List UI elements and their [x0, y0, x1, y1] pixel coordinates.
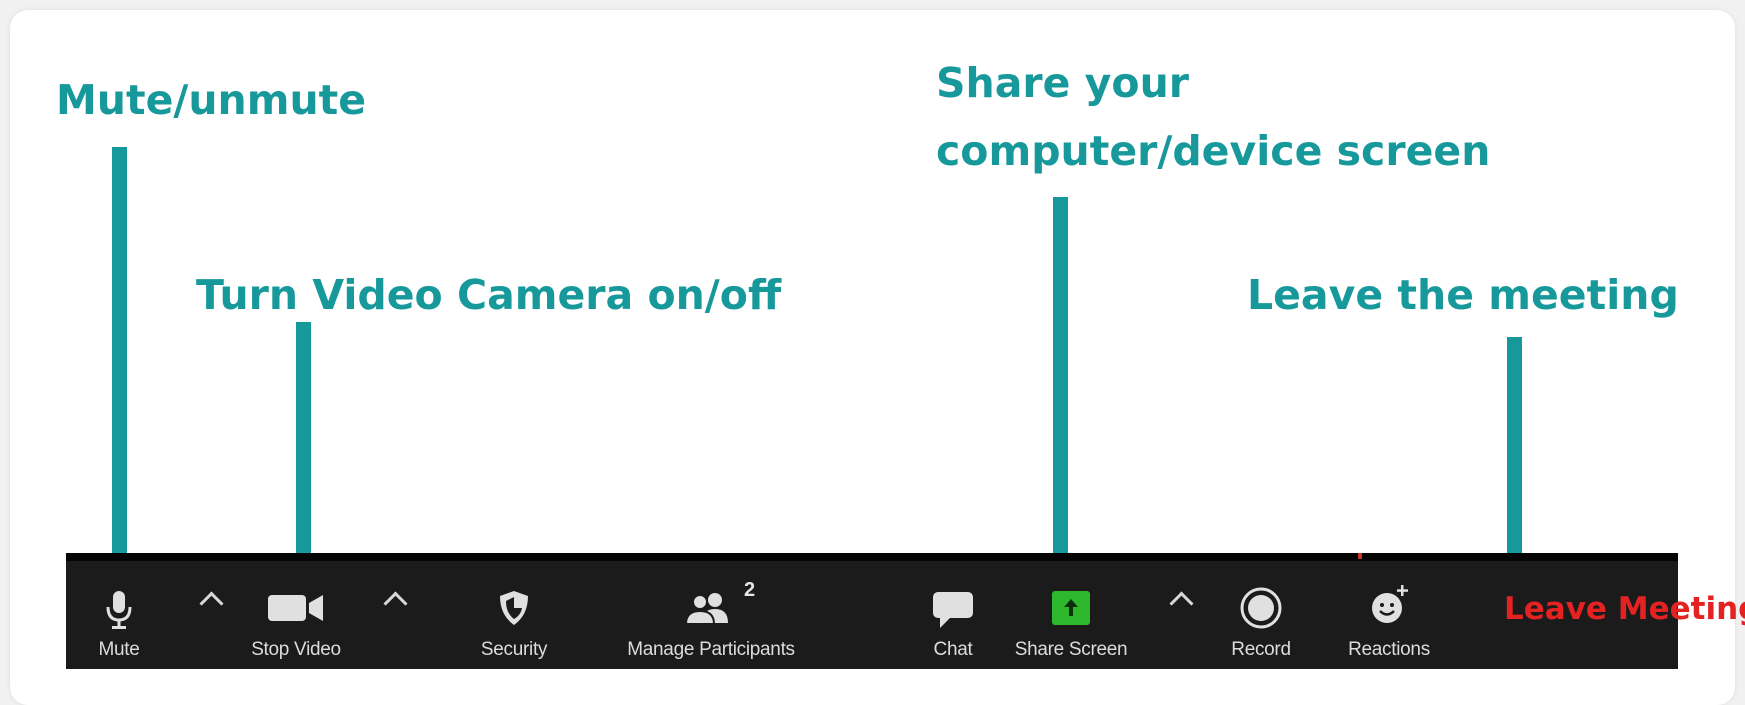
record-icon	[1240, 587, 1282, 634]
mute-label: Mute	[98, 639, 140, 660]
reactions-label: Reactions	[1348, 639, 1430, 660]
share-screen-label: Share Screen	[1014, 639, 1128, 660]
manage-participants-button[interactable]: 2 Manage Participants	[601, 561, 821, 669]
leader-line-leave	[1507, 337, 1522, 555]
security-button[interactable]: Security	[464, 561, 564, 669]
share-screen-icon	[1052, 591, 1090, 630]
security-label: Security	[480, 639, 548, 660]
callout-leave: Leave the meeting	[1247, 271, 1679, 319]
stop-video-label: Stop Video	[251, 639, 341, 660]
shield-icon	[497, 589, 531, 632]
leader-line-mute	[112, 147, 127, 555]
participants-icon	[684, 591, 737, 630]
record-button[interactable]: Record	[1216, 561, 1306, 669]
reactions-button[interactable]: Reactions	[1334, 561, 1444, 669]
chat-icon	[932, 591, 974, 634]
participants-label: Manage Participants	[627, 639, 795, 660]
toolbar-top-border	[66, 553, 1678, 561]
notification-dot	[1358, 553, 1362, 559]
video-options-caret-icon[interactable]	[383, 591, 408, 616]
leader-line-share	[1053, 197, 1068, 555]
chat-label: Chat	[933, 639, 973, 660]
audio-options-caret-icon[interactable]	[199, 591, 224, 616]
meeting-toolbar: Mute Stop Video Security 2 Manage Partic…	[66, 553, 1745, 669]
share-screen-button[interactable]: Share Screen	[991, 561, 1151, 669]
share-options-caret-icon[interactable]	[1169, 591, 1194, 616]
callout-video: Turn Video Camera on/off	[196, 271, 782, 319]
microphone-icon	[104, 589, 134, 636]
callout-share-line2: computer/device screen	[936, 127, 1491, 175]
leave-meeting-button[interactable]: Leave Meeting	[1504, 591, 1745, 627]
callout-mute: Mute/unmute	[56, 76, 367, 124]
chat-button[interactable]: Chat	[918, 561, 988, 669]
leader-line-video	[296, 322, 311, 555]
stop-video-button[interactable]: Stop Video	[236, 561, 356, 669]
participants-count-badge: 2	[744, 579, 756, 601]
callout-share-line1: Share your	[936, 59, 1189, 107]
record-label: Record	[1231, 639, 1291, 660]
mute-button[interactable]: Mute	[84, 561, 154, 669]
video-camera-icon	[267, 593, 325, 628]
reactions-icon	[1367, 583, 1411, 632]
